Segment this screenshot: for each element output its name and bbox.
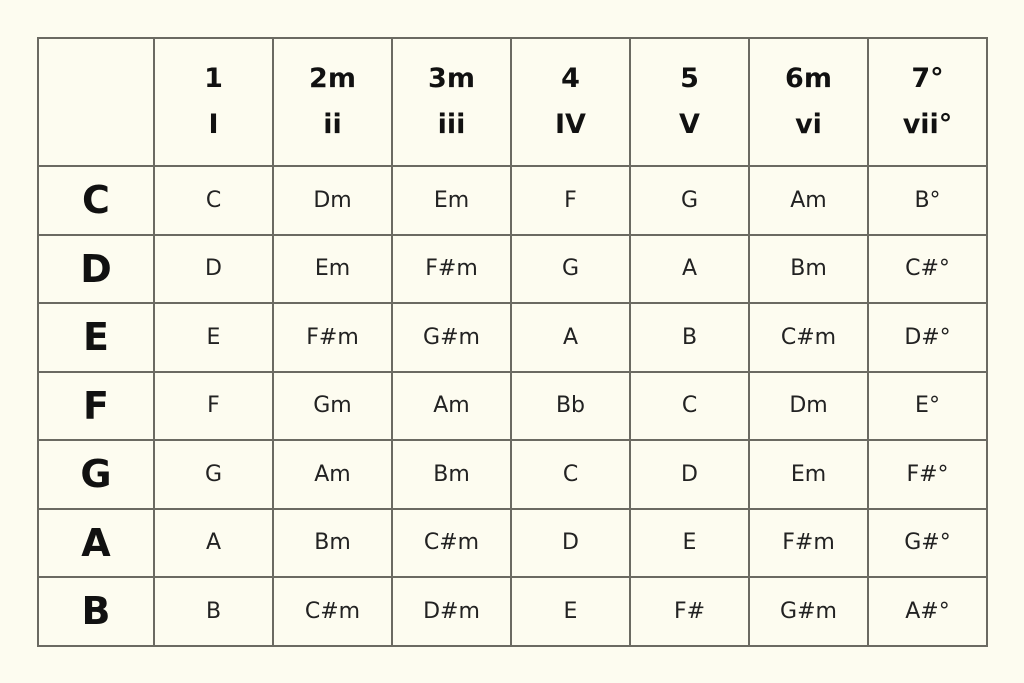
key-row: C C Dm Em F G Am B° xyxy=(37,165,988,236)
chord-cell: D xyxy=(510,507,631,578)
chord-cell: D xyxy=(629,439,750,510)
degree-roman: V xyxy=(679,109,700,140)
chord-cell: G xyxy=(153,439,274,510)
chord-cell: C xyxy=(629,370,750,441)
chord-cell: Am xyxy=(748,165,869,236)
key-label: E xyxy=(37,302,155,373)
degree-number: 4 xyxy=(561,63,580,94)
key-row: A A Bm C#m D E F#m G#° xyxy=(37,507,988,578)
degree-number: 5 xyxy=(680,63,699,94)
chord-cell: G xyxy=(629,165,750,236)
key-label: C xyxy=(37,165,155,236)
chord-cell: Em xyxy=(272,233,393,304)
chord-cell: F#m xyxy=(748,507,869,578)
chord-cell: Bm xyxy=(272,507,393,578)
degree-roman: ii xyxy=(323,109,342,140)
chord-cell: C#m xyxy=(748,302,869,373)
corner-cell xyxy=(37,37,155,167)
degree-roman: I xyxy=(208,109,219,140)
chord-cell: A xyxy=(629,233,750,304)
degree-header: 5V xyxy=(629,37,750,167)
chord-cell: F#m xyxy=(391,233,512,304)
chord-cell: Bb xyxy=(510,370,631,441)
chord-cell: D#° xyxy=(867,302,988,373)
degree-number: 7° xyxy=(911,63,944,94)
degree-header: 6m vi xyxy=(748,37,869,167)
chord-table: 1I 2m ii 3m iii 4 IV 5V 6m vi 7° vii° C C Dm Em F… xyxy=(37,37,988,647)
chord-cell: C xyxy=(153,165,274,236)
chord-cell: Bm xyxy=(748,233,869,304)
chord-cell: Dm xyxy=(272,165,393,236)
chord-cell: B xyxy=(153,576,274,647)
key-label: D xyxy=(37,233,155,304)
chord-cell: B xyxy=(629,302,750,373)
key-row: D D Em F#m G A Bm C#° xyxy=(37,233,988,304)
chord-cell: B° xyxy=(867,165,988,236)
key-row: G G Am Bm C D Em F#° xyxy=(37,439,988,510)
chord-cell: E xyxy=(510,576,631,647)
key-label: A xyxy=(37,507,155,578)
chord-cell: F#° xyxy=(867,439,988,510)
degree-header: 4 IV xyxy=(510,37,631,167)
chord-cell: E xyxy=(629,507,750,578)
chord-cell: C xyxy=(510,439,631,510)
chord-cell: Dm xyxy=(748,370,869,441)
key-row: B B C#m D#m E F# G#m A#° xyxy=(37,576,988,647)
degree-roman: vii° xyxy=(902,109,953,140)
key-label: F xyxy=(37,370,155,441)
chord-cell: A xyxy=(153,507,274,578)
chord-cell: G#m xyxy=(748,576,869,647)
chord-cell: D xyxy=(153,233,274,304)
degree-number: 6m xyxy=(785,63,832,94)
chord-cell: Am xyxy=(272,439,393,510)
chord-cell: A xyxy=(510,302,631,373)
key-label: G xyxy=(37,439,155,510)
degree-roman: iii xyxy=(437,109,466,140)
key-row: E E F#m G#m A B C#m D#° xyxy=(37,302,988,373)
chord-cell: Gm xyxy=(272,370,393,441)
chord-cell: E xyxy=(153,302,274,373)
degree-number: 3m xyxy=(428,63,475,94)
chord-cell: Am xyxy=(391,370,512,441)
degree-number: 2m xyxy=(309,63,356,94)
key-row: F F Gm Am Bb C Dm E° xyxy=(37,370,988,441)
chord-cell: A#° xyxy=(867,576,988,647)
key-label: B xyxy=(37,576,155,647)
chord-cell: Em xyxy=(391,165,512,236)
chord-cell: F# xyxy=(629,576,750,647)
degree-header: 1I xyxy=(153,37,274,167)
chord-cell: F xyxy=(153,370,274,441)
degree-header: 7° vii° xyxy=(867,37,988,167)
chord-cell: C#° xyxy=(867,233,988,304)
chord-cell: D#m xyxy=(391,576,512,647)
chord-cell: G#m xyxy=(391,302,512,373)
degree-header: 3m iii xyxy=(391,37,512,167)
chord-cell: G#° xyxy=(867,507,988,578)
chord-cell: G xyxy=(510,233,631,304)
degree-number: 1 xyxy=(204,63,223,94)
degree-roman: vi xyxy=(795,109,822,140)
chord-cell: F xyxy=(510,165,631,236)
chord-cell: C#m xyxy=(272,576,393,647)
chord-cell: C#m xyxy=(391,507,512,578)
chord-cell: F#m xyxy=(272,302,393,373)
header-row: 1I 2m ii 3m iii 4 IV 5V 6m vi 7° vii° xyxy=(37,37,988,167)
degree-header: 2m ii xyxy=(272,37,393,167)
chord-cell: Em xyxy=(748,439,869,510)
chord-cell: E° xyxy=(867,370,988,441)
chord-cell: Bm xyxy=(391,439,512,510)
degree-roman: IV xyxy=(555,109,586,140)
